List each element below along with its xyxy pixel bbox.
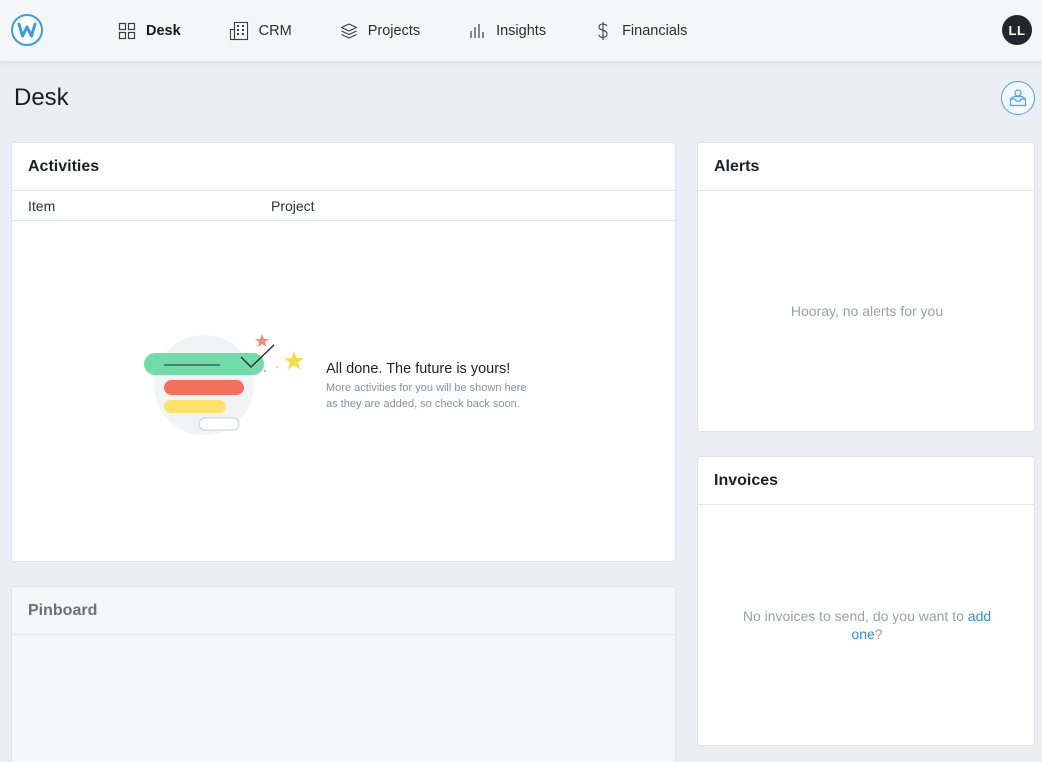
alerts-empty-message: Hooray, no alerts for you (790, 303, 944, 319)
app-logo[interactable] (11, 14, 43, 46)
invoices-empty-suffix: ? (874, 626, 883, 642)
nav-item-financials[interactable]: Financials (594, 0, 687, 62)
nav-label-desk: Desk (146, 23, 181, 39)
alerts-title: Alerts (698, 143, 1034, 191)
invoices-empty-message: No invoices to send, do you want to add … (728, 607, 1006, 643)
pinboard-card: Pinboard (11, 586, 676, 762)
user-avatar[interactable]: LL (1002, 15, 1032, 45)
nav-label-crm: CRM (258, 23, 292, 39)
all-done-illustration (144, 334, 304, 435)
invoices-empty-text: No invoices to send, do you want to (742, 608, 968, 624)
dollar-icon (598, 22, 608, 40)
nav-item-insights[interactable]: Insights (468, 0, 546, 62)
alerts-card: Alerts Hooray, no alerts for you (697, 142, 1035, 432)
activities-card: Activities Item Project All done. The fu… (11, 142, 676, 562)
page-title: Desk (14, 84, 69, 111)
nav-label-insights: Insights (496, 23, 547, 39)
nav-item-desk[interactable]: Desk (118, 0, 181, 62)
empty-state-line-1: More activities for you will be shown he… (326, 382, 527, 394)
activities-column-headers: Item Project (12, 191, 675, 221)
nav-item-crm[interactable]: CRM (229, 0, 292, 62)
invoices-title: Invoices (698, 457, 1034, 505)
activities-title: Activities (12, 143, 675, 191)
inbox-button[interactable] (1001, 81, 1035, 115)
top-navigation-bar: Desk CRM Projects Insights Financials LL (0, 0, 1042, 62)
logo-w-icon (17, 22, 37, 38)
pinboard-title: Pinboard (12, 587, 675, 635)
nav-label-projects: Projects (367, 23, 421, 39)
main-nav: Desk CRM Projects Insights Financials (118, 0, 735, 62)
building-icon (229, 21, 248, 41)
grid-icon (118, 22, 136, 40)
empty-state-description: More activities for you will be shown he… (326, 380, 566, 412)
nav-label-financials: Financials (622, 23, 688, 39)
invoices-card: Invoices No invoices to send, do you wan… (697, 456, 1035, 746)
column-header-item[interactable]: Item (28, 198, 55, 214)
bar-chart-icon (470, 24, 484, 38)
empty-state-title: All done. The future is yours! (326, 361, 511, 377)
empty-state-line-2: as they are added, so check back soon. (326, 398, 520, 410)
layers-icon (340, 23, 357, 39)
column-header-project[interactable]: Project (271, 198, 315, 214)
inbox-person-icon (1009, 89, 1027, 107)
nav-item-projects[interactable]: Projects (340, 0, 420, 62)
